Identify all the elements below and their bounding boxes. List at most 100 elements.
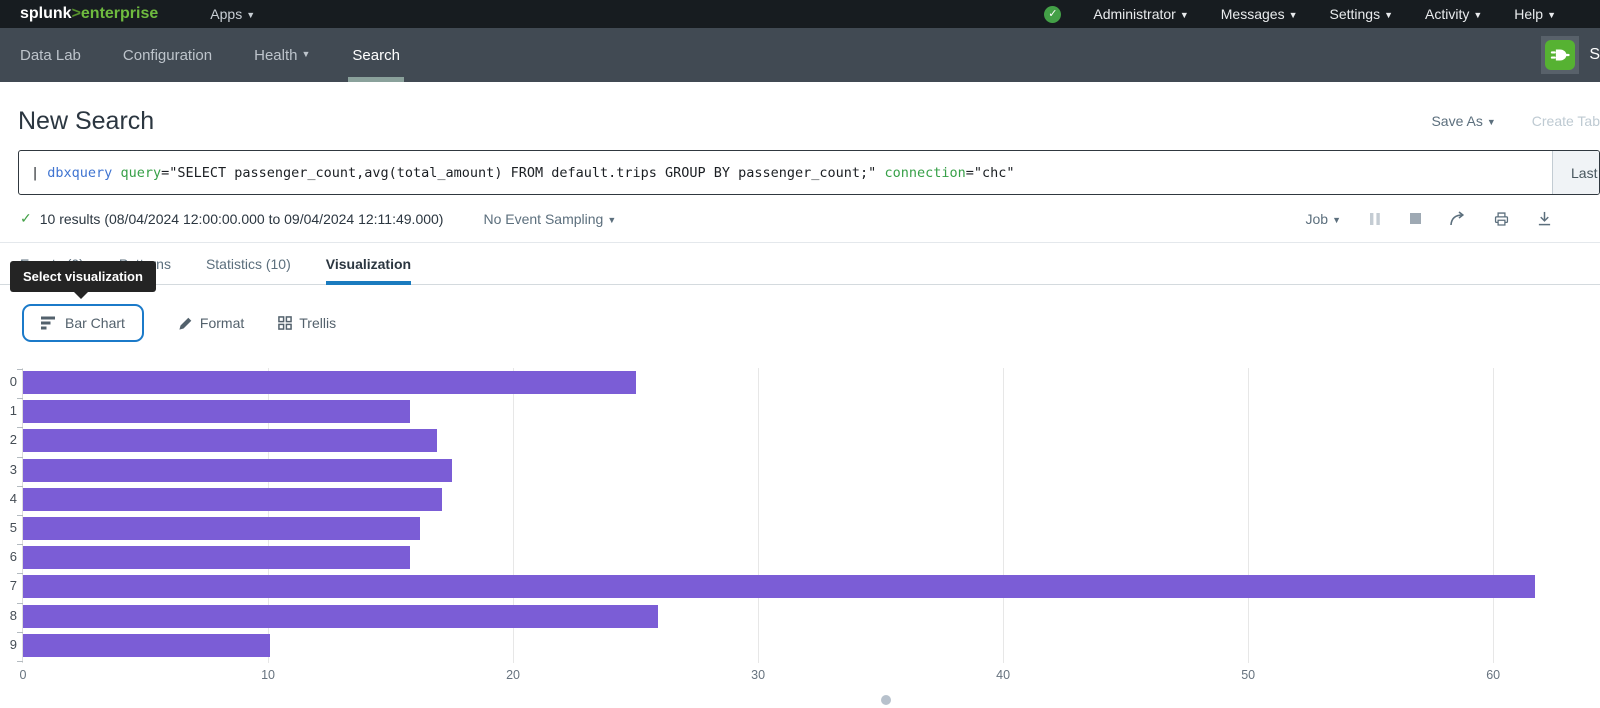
apps-menu[interactable]: Apps ▼ [210,6,255,22]
y-axis-tick [17,515,23,516]
bar-passenger-count-9[interactable] [23,634,270,657]
health-check-circle-icon[interactable]: ✓ [1044,6,1061,23]
chart-type-picker-button[interactable]: Bar Chart [22,304,144,342]
bar-passenger-count-0[interactable] [23,371,636,394]
app-navbar: Data Lab Configuration Health▼ Search S [0,28,1600,82]
query-segment: ="chc" [966,165,1015,181]
y-axis-tick [17,544,23,545]
gridline [758,368,759,663]
tab-label: Visualization [326,256,411,272]
share-icon[interactable] [1449,211,1466,226]
topbar-right: ✓ Administrator▼ Messages▼ Settings▼ Act… [1044,6,1600,23]
format-button[interactable]: Format [178,315,244,331]
tab-label: Statistics (10) [206,256,291,272]
nav-item-configuration[interactable]: Configuration [123,28,212,82]
stop-icon[interactable] [1409,212,1422,225]
results-summary: 10 results (08/04/2024 12:00:00.000 to 0… [40,211,444,227]
visualization-toolbar: Bar Chart Format Trellis [0,285,1600,347]
help-menu[interactable]: Help▼ [1514,6,1556,22]
bar-passenger-count-7[interactable] [23,575,1535,598]
plot-area: 01234567890102030405060 [22,368,1600,663]
pause-icon[interactable] [1368,212,1382,226]
chevron-down-icon: ▼ [1180,10,1189,20]
y-axis-label: 4 [1,491,17,506]
app-identity: S [1541,28,1600,82]
y-axis-label: 0 [1,374,17,389]
y-axis-tick [17,369,23,370]
settings-menu-label: Settings [1330,6,1381,22]
page-header: New Search Save As▼ Create Tab [0,82,1600,146]
chart-type-label: Bar Chart [65,315,125,331]
job-menu-label: Job [1306,211,1329,227]
tab-visualization[interactable]: Visualization [326,243,411,284]
nav-item-health[interactable]: Health▼ [254,28,310,82]
nav-item-label: Search [352,47,400,64]
apps-menu-label: Apps [210,6,242,22]
format-label: Format [200,315,244,331]
trellis-grid-icon [278,316,292,330]
y-axis-tick [17,632,23,633]
download-icon[interactable] [1537,211,1552,226]
nav-item-data-lab[interactable]: Data Lab [20,28,81,82]
y-axis-tick [17,427,23,428]
trellis-button[interactable]: Trellis [278,315,336,331]
tab-statistics[interactable]: Statistics (10) [206,243,291,284]
query-segment: ="SELECT passenger_count,avg(total_amoun… [161,165,876,181]
search-query-text: | dbxquery query="SELECT passenger_count… [31,165,1015,181]
activity-menu-label: Activity [1425,6,1469,22]
bar-passenger-count-4[interactable] [23,488,442,511]
bar-passenger-count-3[interactable] [23,459,452,482]
y-axis-label: 7 [1,578,17,593]
bar-passenger-count-5[interactable] [23,517,420,540]
nav-item-label: Configuration [123,47,212,64]
x-axis-label: 40 [996,668,1010,682]
x-axis-label: 60 [1486,668,1500,682]
event-sampling-label: No Event Sampling [483,211,603,227]
chevron-down-icon: ▼ [301,49,310,59]
bar-passenger-count-8[interactable] [23,605,658,628]
query-segment: dbxquery [47,165,112,181]
scroll-indicator-dot [881,695,891,705]
select-visualization-tooltip: Select visualization [10,261,156,292]
settings-menu[interactable]: Settings▼ [1330,6,1394,22]
event-sampling-menu[interactable]: No Event Sampling▼ [483,211,616,227]
activity-menu[interactable]: Activity ▼ [1425,6,1482,22]
job-menu[interactable]: Job▼ [1306,211,1342,227]
results-check-icon: ✓ [20,210,32,227]
gridline [1003,368,1004,663]
splunk-logo[interactable]: splunk>enterprise [20,5,158,23]
administrator-menu-label: Administrator [1093,6,1175,22]
administrator-menu[interactable]: Administrator ▼ [1093,6,1188,22]
job-controls: Job▼ [1306,211,1553,227]
topbar: splunk>enterprise Apps ▼ ✓ Administrator ▼… [0,0,1600,28]
x-axis-label: 0 [20,668,27,682]
save-as-button[interactable]: Save As▼ [1431,113,1495,129]
chevron-down-icon: ▼ [1289,10,1298,20]
x-axis-label: 50 [1241,668,1255,682]
bar-passenger-count-2[interactable] [23,429,437,452]
y-axis-tick [17,661,23,662]
y-axis-label: 9 [1,637,17,652]
messages-menu[interactable]: Messages▼ [1221,6,1298,22]
page-header-actions: Save As▼ Create Tab [1431,113,1600,129]
print-icon[interactable] [1493,211,1510,227]
x-axis-label: 30 [751,668,765,682]
bar-passenger-count-6[interactable] [23,546,410,569]
page-title: New Search [18,107,154,136]
time-range-picker[interactable]: Last [1552,151,1599,194]
query-segment: connection [884,165,965,181]
y-axis-label: 2 [1,432,17,447]
save-as-label: Save As [1431,113,1482,129]
chevron-down-icon: ▼ [246,10,255,20]
search-input[interactable]: | dbxquery query="SELECT passenger_count… [19,151,1552,194]
chevron-down-icon: ▼ [1473,10,1482,20]
trellis-label: Trellis [299,315,336,331]
nav-item-search[interactable]: Search [352,28,400,82]
create-table-view-button[interactable]: Create Tab [1532,113,1600,129]
chevron-down-icon: ▼ [1384,10,1393,20]
nav-item-label: Data Lab [20,47,81,64]
bar-chart-icon [41,316,56,330]
search-bar: | dbxquery query="SELECT passenger_count… [18,150,1600,195]
bar-passenger-count-1[interactable] [23,400,410,423]
logo-enterprise-text: enterprise [81,5,158,22]
